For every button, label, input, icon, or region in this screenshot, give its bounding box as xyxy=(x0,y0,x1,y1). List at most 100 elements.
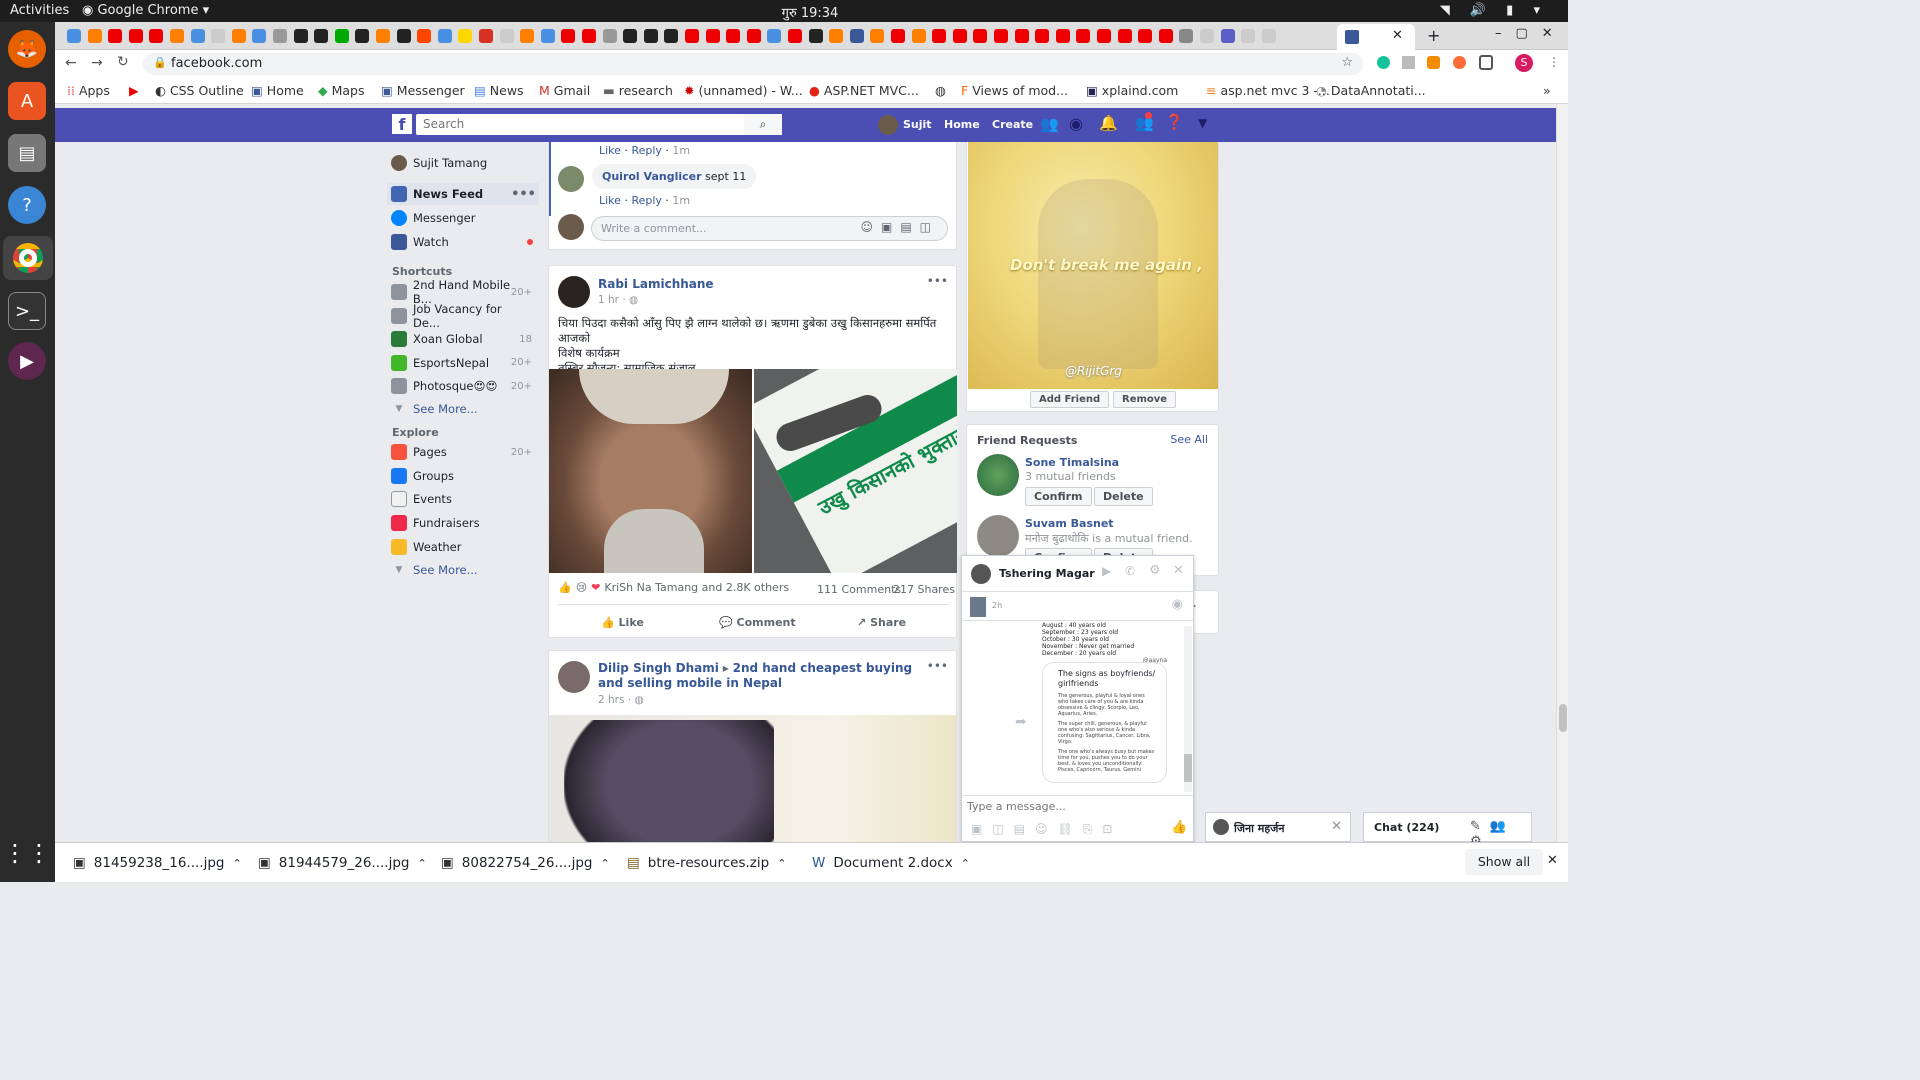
tab-favicon-icon[interactable] xyxy=(334,29,349,43)
like-link[interactable]: Like xyxy=(599,144,621,157)
tab-favicon-icon[interactable] xyxy=(87,29,102,43)
tab-favicon-icon[interactable] xyxy=(1179,29,1194,43)
chrome-dock-icon[interactable] xyxy=(3,236,53,280)
tab-favicon-icon[interactable] xyxy=(911,29,926,43)
bookmark-news[interactable]: ▤ News xyxy=(474,83,524,98)
tab-favicon-icon[interactable] xyxy=(458,29,473,43)
tab-favicon-icon[interactable] xyxy=(479,29,493,43)
tab-favicon-icon[interactable] xyxy=(952,29,967,43)
tab-favicon-icon[interactable] xyxy=(726,29,741,43)
see-more-shortcuts[interactable]: ▼ See More... xyxy=(391,399,531,419)
friends-icon[interactable]: 👥 xyxy=(1040,115,1059,133)
tab-favicon-icon[interactable] xyxy=(1076,29,1091,43)
sidebar-item-shortcut[interactable]: Job Vacancy for De... xyxy=(391,302,532,330)
tab-favicon-icon[interactable] xyxy=(1138,29,1153,43)
forward-icon[interactable]: → xyxy=(91,55,103,71)
tab-favicon-icon[interactable] xyxy=(149,29,164,43)
tab-favicon-icon[interactable] xyxy=(829,29,844,43)
bookmarks-overflow-icon[interactable]: » xyxy=(1543,83,1551,98)
chrome-menu-icon[interactable]: ⋮ xyxy=(1548,55,1560,69)
tab-favicon-icon[interactable] xyxy=(417,29,432,43)
download-item[interactable]: ▣ 80822754_26....jpg ⌃ xyxy=(441,855,610,871)
shared-image-top[interactable]: August : 40 years old September : 23 year… xyxy=(1042,622,1167,664)
tab-favicon-icon[interactable] xyxy=(499,29,514,43)
avatar[interactable] xyxy=(878,115,898,135)
messenger-icon[interactable]: ◉ xyxy=(1069,114,1083,133)
bookmark-star-icon[interactable]: ☆ xyxy=(1341,55,1353,70)
sidebar-item-shortcut[interactable]: EsportsNepal 20+ xyxy=(391,353,532,373)
new-tab-icon[interactable]: + xyxy=(1427,26,1440,45)
reload-icon[interactable]: ↻ xyxy=(117,54,129,70)
avatar[interactable] xyxy=(977,515,1019,557)
extension-icon[interactable] xyxy=(1479,55,1493,70)
close-downloads-icon[interactable]: ✕ xyxy=(1547,853,1558,868)
extension-icon[interactable] xyxy=(1402,56,1415,69)
confirm-button[interactable]: Confirm xyxy=(1025,487,1092,506)
comment-attach-icons[interactable]: ☺▣▤◫ xyxy=(860,220,939,234)
sidebar-item-explore[interactable]: Events xyxy=(391,489,532,509)
tab-favicon-icon[interactable] xyxy=(437,29,452,43)
avatar[interactable] xyxy=(558,166,584,192)
sidebar-item-explore[interactable]: Pages 20+ xyxy=(391,442,532,462)
sidebar-item-shortcut[interactable]: Xoan Global 18 xyxy=(391,329,532,349)
quick-help-people-icon[interactable]: 👥 xyxy=(1135,112,1154,132)
firefox-icon[interactable]: 🦊 xyxy=(8,30,46,68)
tab-favicon-icon[interactable] xyxy=(211,29,226,43)
tab-favicon-icon[interactable] xyxy=(273,29,287,43)
download-item[interactable]: ▣ 81944579_26....jpg ⌃ xyxy=(258,855,427,871)
message-input[interactable] xyxy=(967,800,1167,813)
globe-bookmark-icon[interactable]: ◍ xyxy=(935,83,946,98)
chevron-up-icon[interactable]: ⌃ xyxy=(417,857,426,870)
delete-button[interactable]: Delete xyxy=(1094,487,1153,506)
avatar[interactable] xyxy=(558,661,590,693)
avatar[interactable] xyxy=(977,454,1019,496)
bookmark-research[interactable]: ▬ research xyxy=(603,83,673,98)
tab-favicon-icon[interactable] xyxy=(1035,29,1050,43)
facebook-logo-icon[interactable]: f xyxy=(392,114,412,134)
bookmark-views[interactable]: F Views of mod... xyxy=(961,83,1068,98)
post-photo-protest[interactable]: उखु किसानको भुक्तानी xyxy=(754,369,957,573)
tab-favicon-icon[interactable] xyxy=(128,29,143,43)
tab-favicon-icon[interactable] xyxy=(190,29,205,43)
youtube-bookmark-icon[interactable]: ▶ xyxy=(129,83,139,98)
tab-favicon-icon[interactable] xyxy=(623,29,638,43)
search-box[interactable]: ⌕ xyxy=(416,114,782,135)
like-link[interactable]: Like xyxy=(599,194,621,207)
sidebar-item-messenger[interactable]: Messenger xyxy=(391,208,531,228)
comments-count[interactable]: 111 Comments xyxy=(817,583,901,596)
chat-tab[interactable]: जिना महर्जन ✕ xyxy=(1205,812,1351,842)
tab-favicon-icon[interactable] xyxy=(170,29,184,43)
tab-favicon-icon[interactable] xyxy=(396,29,411,43)
like-button[interactable]: 👍 Like xyxy=(601,616,644,629)
scroll-thumb[interactable] xyxy=(1559,704,1567,732)
search-icon[interactable]: ⌕ xyxy=(744,114,782,135)
post-photo[interactable] xyxy=(549,715,956,842)
tab-favicon-icon[interactable] xyxy=(767,29,782,43)
tab-favicon-icon[interactable] xyxy=(561,29,576,43)
tab-favicon-icon[interactable] xyxy=(1014,29,1029,43)
tab-favicon-icon[interactable] xyxy=(1261,29,1276,43)
show-all-button[interactable]: Show all xyxy=(1465,849,1543,875)
mutual-friends[interactable]: मनोज बुढाथोकि is a mutual friend. xyxy=(1025,531,1193,546)
avatar[interactable] xyxy=(971,564,991,584)
add-friend-button[interactable]: Add Friend xyxy=(1030,391,1110,408)
thumbs-up-icon[interactable]: 👍 xyxy=(1171,820,1187,835)
tab-favicon-icon[interactable] xyxy=(1158,29,1173,43)
tab-favicon-icon[interactable] xyxy=(602,29,617,43)
post-options-icon[interactable]: ••• xyxy=(927,659,948,673)
tab-favicon-icon[interactable] xyxy=(1097,29,1111,43)
chevron-up-icon[interactable]: ⌃ xyxy=(777,857,786,870)
tab-favicon-icon[interactable] xyxy=(808,29,823,43)
chat-options-icons[interactable]: ✎👥⚙ xyxy=(1470,819,1531,842)
tab-favicon-icon[interactable] xyxy=(994,29,1008,43)
download-item[interactable]: W Document 2.docx ⌃ xyxy=(812,855,970,871)
bookmark-css-outline[interactable]: ◐ CSS Outline xyxy=(155,83,244,98)
tab-favicon-icon[interactable] xyxy=(932,29,947,43)
chevron-up-icon[interactable]: ⌃ xyxy=(961,857,970,870)
chat-composer-icons[interactable]: ▣◫▤☺⛓⎘⊡ xyxy=(971,822,1122,837)
tab-favicon-icon[interactable] xyxy=(705,29,720,43)
sidebar-profile[interactable]: Sujit Tamang xyxy=(391,153,531,173)
post-author[interactable]: Dilip Singh Dhami xyxy=(598,661,719,675)
remove-button[interactable]: Remove xyxy=(1113,391,1177,408)
help-icon[interactable]: ❓ xyxy=(1165,113,1184,131)
